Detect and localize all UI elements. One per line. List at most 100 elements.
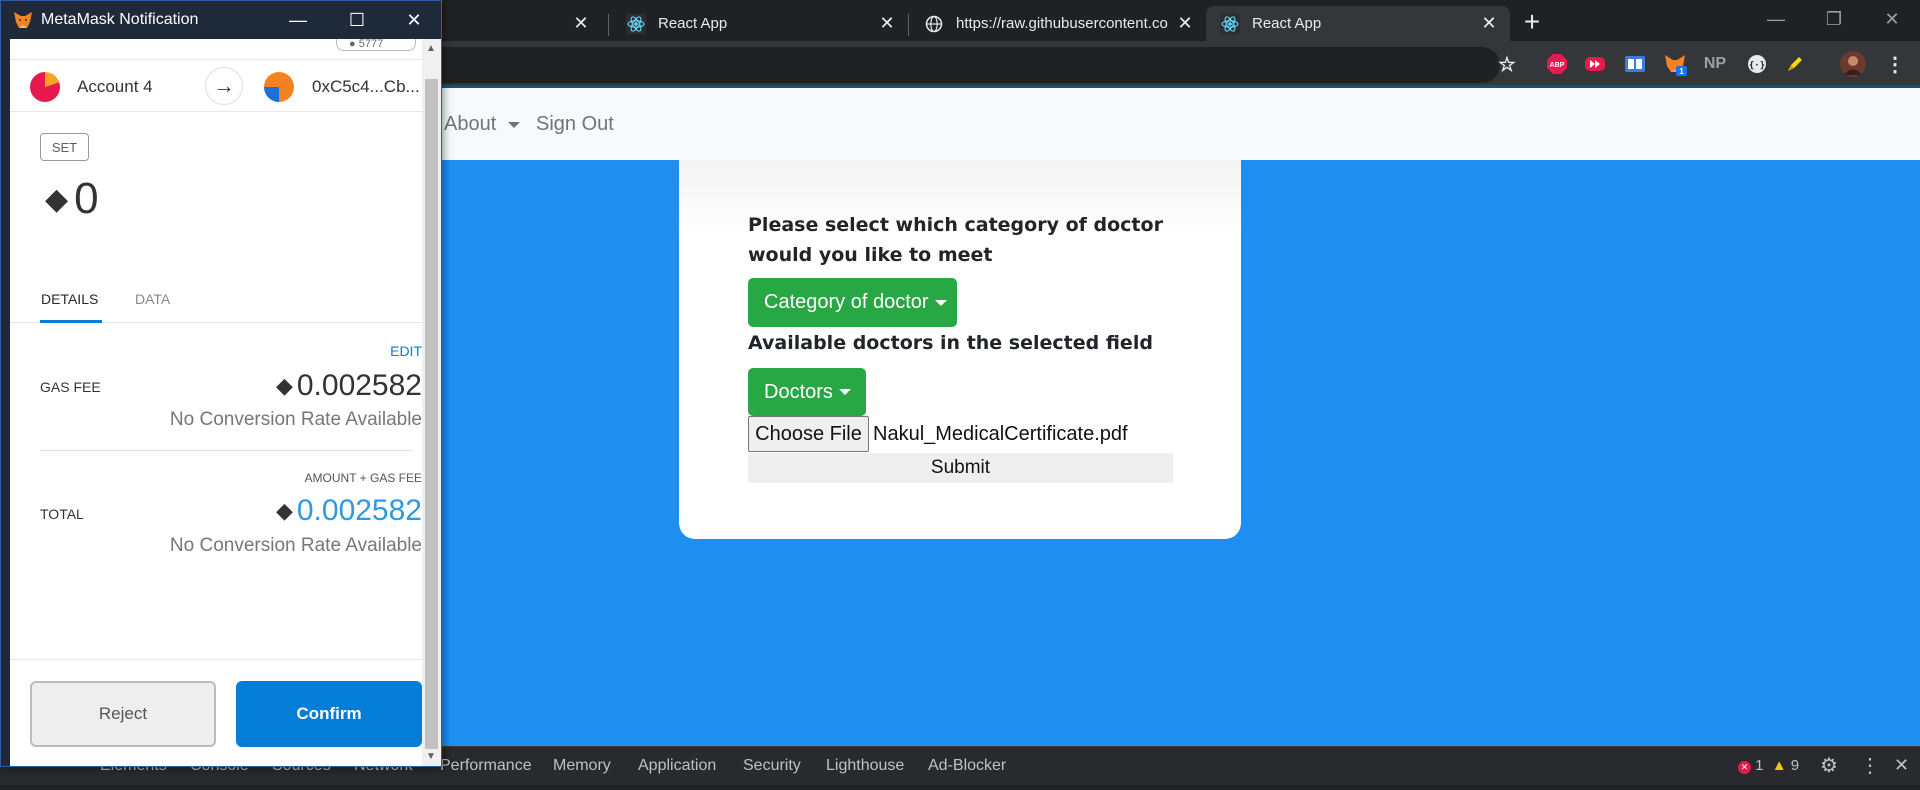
close-window-icon[interactable]: ✕ xyxy=(1864,0,1920,38)
total-conversion: No Conversion Rate Available xyxy=(169,535,422,556)
ethereum-icon: ◆ xyxy=(275,373,293,398)
details-data-tabs: DETAILS DATA xyxy=(10,281,422,323)
react-icon xyxy=(1220,13,1240,34)
fastforward-icon[interactable] xyxy=(1582,51,1608,77)
choose-file-button[interactable]: Choose File xyxy=(748,416,869,452)
browser-menu-icon[interactable]: ⋮ xyxy=(1882,51,1908,77)
tab-devtools-memory[interactable]: Memory xyxy=(553,757,611,775)
gas-fee-value: ◆ 0.002582 xyxy=(276,369,422,403)
warning-icon: ▲ xyxy=(1771,757,1787,774)
method-badge: SET xyxy=(40,133,89,161)
chevron-down-icon xyxy=(838,389,851,395)
ethereum-icon: ◆ xyxy=(45,182,69,216)
tab-react-app-1[interactable]: React App ✕ xyxy=(612,6,908,41)
nav-about-label: About xyxy=(444,113,497,135)
network-id: 5777 xyxy=(358,38,384,50)
reject-button[interactable]: Reject xyxy=(30,681,216,747)
maximize-window-icon[interactable]: ☐ xyxy=(342,5,372,35)
new-tab-button[interactable]: + xyxy=(1518,6,1546,37)
svg-text:{·}: {·} xyxy=(1749,61,1765,71)
tab-title: React App xyxy=(658,15,728,32)
restore-window-icon[interactable]: ❐ xyxy=(1806,0,1862,38)
svg-text:ABP: ABP xyxy=(1550,62,1565,69)
available-doctors-label: Available doctors in the selected field xyxy=(748,332,1153,354)
active-tab-indicator xyxy=(40,320,102,323)
tab-devtools-security[interactable]: Security xyxy=(743,757,801,775)
settings-gear-icon[interactable]: ⚙ xyxy=(1820,753,1838,778)
nav-about-dropdown[interactable]: About xyxy=(444,113,520,136)
metamask-fox-icon xyxy=(13,10,33,30)
chevron-down-icon xyxy=(507,121,520,128)
metamask-titlebar: MetaMask Notification — ☐ ✕ xyxy=(1,1,441,39)
info-icon: ● xyxy=(349,38,356,50)
transaction-amount-value: 0 xyxy=(74,174,99,223)
submit-button[interactable]: Submit xyxy=(748,453,1173,483)
network-indicator[interactable]: ● 5777 xyxy=(336,39,416,51)
scroll-up-icon[interactable]: ▲ xyxy=(426,43,436,54)
react-icon xyxy=(626,13,646,34)
metamask-icon[interactable]: 1 xyxy=(1662,51,1688,77)
scrollbar-thumb[interactable] xyxy=(425,79,438,749)
address-bar[interactable] xyxy=(300,47,1500,83)
devtools-content-strip xyxy=(0,785,1920,790)
amount-gas-label: AMOUNT + GAS FEE xyxy=(304,471,422,485)
close-icon[interactable]: ✕ xyxy=(1478,13,1500,35)
close-icon[interactable]: ✕ xyxy=(570,13,592,35)
total-value: ◆ 0.002582 xyxy=(276,494,422,528)
tab-devtools-performance[interactable]: Performance xyxy=(440,757,532,775)
doctors-dropdown-label: Doctors xyxy=(764,380,833,403)
ethereum-icon: ◆ xyxy=(275,498,293,523)
svg-text:1: 1 xyxy=(1679,67,1684,76)
edit-gas-link[interactable]: EDIT xyxy=(390,343,422,359)
recipient-avatar xyxy=(264,72,294,102)
scroll-down-icon[interactable]: ▼ xyxy=(426,751,436,762)
metamask-window-title: MetaMask Notification xyxy=(41,11,199,28)
bookmark-star-icon[interactable]: ☆ xyxy=(1494,51,1520,77)
reader-icon[interactable] xyxy=(1622,51,1648,77)
metamask-notification-window: MetaMask Notification — ☐ ✕ ● 5777 Accou… xyxy=(0,0,442,767)
tab-react-app-active[interactable]: React App ✕ xyxy=(1206,6,1510,41)
appointment-card: Please select which category of doctor w… xyxy=(679,160,1241,539)
category-dropdown-button[interactable]: Category of doctor xyxy=(748,278,957,327)
minimize-window-icon[interactable]: — xyxy=(283,5,313,35)
nav-sign-out[interactable]: Sign Out xyxy=(536,113,614,136)
close-icon[interactable]: ✕ xyxy=(1174,13,1196,35)
close-window-icon[interactable]: ✕ xyxy=(399,5,429,35)
abp-icon[interactable]: ABP xyxy=(1544,51,1570,77)
close-icon[interactable]: ✕ xyxy=(876,13,898,35)
warning-count-value: 9 xyxy=(1790,757,1800,774)
category-dropdown-label: Category of doctor xyxy=(764,291,929,313)
tab-data[interactable]: DATA xyxy=(135,291,170,307)
total-label: TOTAL xyxy=(40,506,84,522)
tab-devtools-application[interactable]: Application xyxy=(638,757,716,775)
tab-hidden[interactable]: ✕ xyxy=(440,6,602,41)
tab-github-raw[interactable]: https://raw.githubusercontent.co ✕ xyxy=(910,6,1206,41)
confirm-button[interactable]: Confirm xyxy=(236,681,422,747)
highlighter-icon[interactable] xyxy=(1782,51,1808,77)
tab-title: React App xyxy=(1252,15,1322,32)
metamask-window-border xyxy=(1,39,10,766)
devtools-menu-icon[interactable]: ⋮ xyxy=(1860,753,1880,778)
category-prompt: Please select which category of doctor w… xyxy=(748,214,1163,266)
tab-devtools-adblocker[interactable]: Ad-Blocker xyxy=(928,757,1006,775)
dev-icon[interactable]: {·} xyxy=(1744,51,1770,77)
tab-devtools-lighthouse[interactable]: Lighthouse xyxy=(826,757,904,775)
to-address[interactable]: 0xC5c4...Cb... xyxy=(312,77,420,97)
gas-fee-label: GAS FEE xyxy=(40,379,101,395)
np-icon[interactable]: NP xyxy=(1702,51,1728,77)
transaction-amount: ◆ 0 xyxy=(45,174,99,224)
error-count[interactable]: ✕ 1 ▲ 9 xyxy=(1738,757,1799,774)
from-account-name[interactable]: Account 4 xyxy=(77,77,153,97)
doctors-dropdown-button[interactable]: Doctors xyxy=(748,368,866,416)
devtools-close-icon[interactable]: ✕ xyxy=(1894,755,1909,776)
sender-recipient-row: Account 4 → 0xC5c4...Cb... xyxy=(10,59,422,112)
account-avatar xyxy=(30,72,60,102)
globe-icon xyxy=(924,14,944,34)
footer-divider xyxy=(10,659,422,660)
metamask-scrollbar[interactable]: ▲ ▼ xyxy=(422,39,441,766)
minimize-window-icon[interactable]: — xyxy=(1748,0,1804,38)
arrow-right-icon: → xyxy=(205,67,243,105)
tab-title: https://raw.githubusercontent.co xyxy=(956,15,1168,32)
profile-avatar[interactable] xyxy=(1838,49,1868,79)
tab-details[interactable]: DETAILS xyxy=(41,291,98,307)
